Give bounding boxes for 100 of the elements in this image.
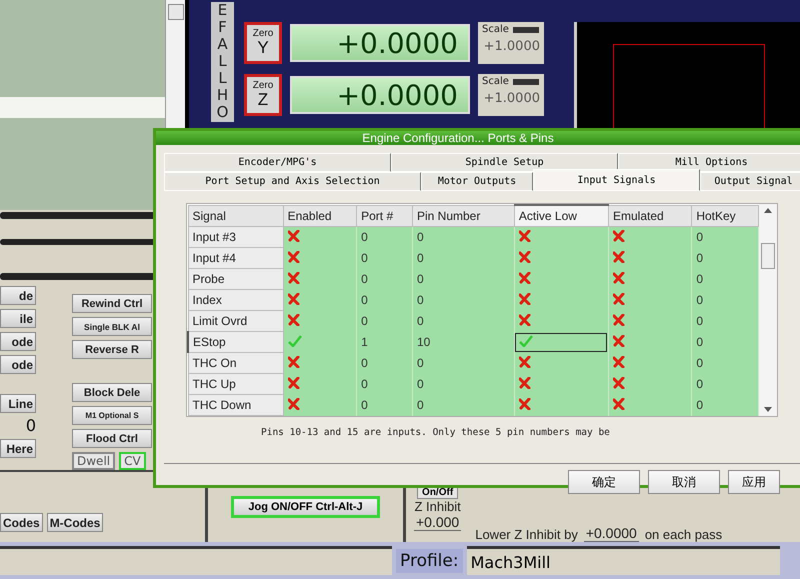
table-cell: 0 bbox=[412, 394, 514, 416]
cross-icon bbox=[612, 334, 625, 346]
table-cell: 0 bbox=[412, 226, 514, 248]
table-cell: 0 bbox=[692, 352, 758, 374]
table-cell: 0 bbox=[692, 310, 758, 332]
cv-indicator: CV bbox=[119, 452, 146, 470]
column-header[interactable]: Enabled bbox=[283, 205, 357, 226]
control-button[interactable]: Rewind Ctrl bbox=[72, 294, 152, 314]
scrollbar-thumb[interactable] bbox=[761, 243, 775, 269]
table-cell: 0 bbox=[412, 290, 514, 310]
cross-icon bbox=[612, 272, 625, 284]
tab[interactable]: Encoder/MPG's bbox=[164, 153, 391, 172]
cross-icon bbox=[288, 292, 300, 304]
table-cell: 0 bbox=[412, 310, 514, 332]
column-header[interactable]: Active Low bbox=[514, 205, 608, 226]
signal-name-cell[interactable]: THC On bbox=[188, 352, 284, 374]
zero-axis-button[interactable]: Zero Z bbox=[244, 74, 282, 116]
signal-name-cell[interactable]: EStop bbox=[188, 332, 284, 352]
signal-name-cell[interactable]: Limit Ovrd bbox=[188, 310, 284, 332]
codes-button[interactable]: M-Codes bbox=[46, 513, 104, 532]
cross-icon bbox=[612, 376, 625, 388]
codes-button[interactable]: Codes bbox=[0, 513, 43, 532]
table-cell: 0 bbox=[692, 374, 758, 394]
cross-icon bbox=[612, 292, 625, 304]
vertical-scrollbar[interactable] bbox=[759, 204, 777, 416]
column-header[interactable]: Emulated bbox=[608, 205, 692, 226]
table-cell: 1 bbox=[356, 332, 412, 352]
table-cell: 0 bbox=[692, 332, 758, 352]
mode-button[interactable]: de bbox=[0, 286, 36, 306]
position-readout: +0.0000 bbox=[290, 76, 470, 114]
table-cell: 0 bbox=[356, 374, 412, 394]
signal-name-cell[interactable]: Input #4 bbox=[188, 248, 284, 268]
table-cell: 0 bbox=[356, 268, 412, 290]
scrollbar-thumb[interactable] bbox=[168, 4, 184, 20]
tab[interactable]: Spindle Setup bbox=[391, 153, 618, 172]
table-cell: 0 bbox=[692, 394, 758, 416]
tab[interactable]: Output Signal bbox=[700, 172, 800, 191]
cross-icon bbox=[518, 272, 531, 284]
tab[interactable]: Input Signals bbox=[533, 169, 700, 191]
table-cell: 0 bbox=[412, 374, 514, 394]
cross-icon bbox=[518, 250, 531, 262]
table-cell: 0 bbox=[356, 226, 412, 248]
signal-name-cell[interactable]: Input #3 bbox=[188, 226, 284, 248]
table-cell: 10 bbox=[412, 332, 514, 352]
signal-name-cell[interactable]: THC Up bbox=[188, 374, 284, 394]
mode-button[interactable]: ode bbox=[0, 332, 36, 352]
table-cell: 0 bbox=[356, 310, 412, 332]
cross-icon bbox=[518, 398, 531, 410]
cross-icon bbox=[288, 398, 300, 410]
cross-icon bbox=[288, 250, 300, 262]
pin-note: Pins 10-13 and 15 are inputs. Only these 5 pin numbers may be bbox=[261, 427, 611, 438]
column-header[interactable]: Signal bbox=[188, 205, 284, 226]
run-from-here-button[interactable]: Here bbox=[0, 439, 36, 458]
tab[interactable]: Port Setup and Axis Selection bbox=[164, 172, 421, 191]
check-icon bbox=[288, 334, 302, 346]
dialog-button[interactable]: 应用 bbox=[728, 470, 780, 494]
tab[interactable]: Motor Outputs bbox=[421, 172, 533, 191]
dialog-title: Engine Configuration... Ports & Pins bbox=[156, 131, 800, 145]
profile-label: Profile: bbox=[396, 548, 463, 572]
mode-button[interactable]: ile bbox=[0, 309, 36, 328]
check-icon bbox=[518, 334, 533, 346]
column-header[interactable]: Pin Number bbox=[412, 205, 514, 226]
table-cell: 0 bbox=[356, 394, 412, 416]
cross-icon bbox=[518, 230, 531, 242]
signal-name-cell[interactable]: Index bbox=[188, 290, 284, 310]
cross-icon bbox=[288, 230, 300, 242]
control-button[interactable]: Block Dele bbox=[72, 383, 152, 402]
scale-panel: Scale +1.0000 bbox=[478, 74, 544, 116]
jog-toggle-button[interactable]: Jog ON/OFF Ctrl-Alt-J bbox=[231, 496, 380, 518]
table-cell: 0 bbox=[692, 268, 758, 290]
cross-icon bbox=[612, 398, 625, 410]
tab[interactable]: Mill Options bbox=[618, 153, 800, 172]
lower-z-suffix: on each pass bbox=[644, 527, 722, 542]
table-cell: 0 bbox=[412, 248, 514, 268]
z-inhibit-value[interactable]: +0.000 bbox=[414, 514, 462, 531]
control-button[interactable]: Reverse R bbox=[72, 340, 152, 360]
column-header[interactable]: HotKey bbox=[692, 205, 758, 226]
signal-name-cell[interactable]: Probe bbox=[188, 268, 284, 290]
cross-icon bbox=[518, 314, 531, 326]
scroll-down-icon[interactable] bbox=[764, 407, 772, 412]
cross-icon bbox=[612, 314, 625, 326]
control-button[interactable]: Flood Ctrl bbox=[72, 429, 152, 448]
table-cell: 0 bbox=[356, 248, 412, 268]
control-button[interactable]: M1 Optional S bbox=[72, 406, 152, 426]
mode-button[interactable]: ode bbox=[0, 355, 36, 374]
table-cell: 0 bbox=[412, 268, 514, 290]
cross-icon bbox=[612, 250, 625, 262]
lower-z-label: Lower Z Inhibit by bbox=[475, 527, 578, 542]
cross-icon bbox=[288, 356, 300, 368]
cross-icon bbox=[288, 376, 300, 388]
table-cell: 0 bbox=[692, 226, 758, 248]
line-number: 0 bbox=[24, 417, 36, 436]
column-header[interactable]: Port # bbox=[356, 205, 412, 226]
cross-icon bbox=[612, 230, 625, 242]
zero-axis-button[interactable]: Zero Y bbox=[244, 22, 282, 64]
dialog-button[interactable]: 确定 bbox=[568, 470, 640, 494]
line-button[interactable]: Line bbox=[0, 394, 36, 414]
signal-name-cell[interactable]: THC Down bbox=[188, 394, 284, 416]
control-button[interactable]: Single BLK Al bbox=[72, 317, 152, 336]
dialog-button[interactable]: 取消 bbox=[648, 470, 720, 494]
